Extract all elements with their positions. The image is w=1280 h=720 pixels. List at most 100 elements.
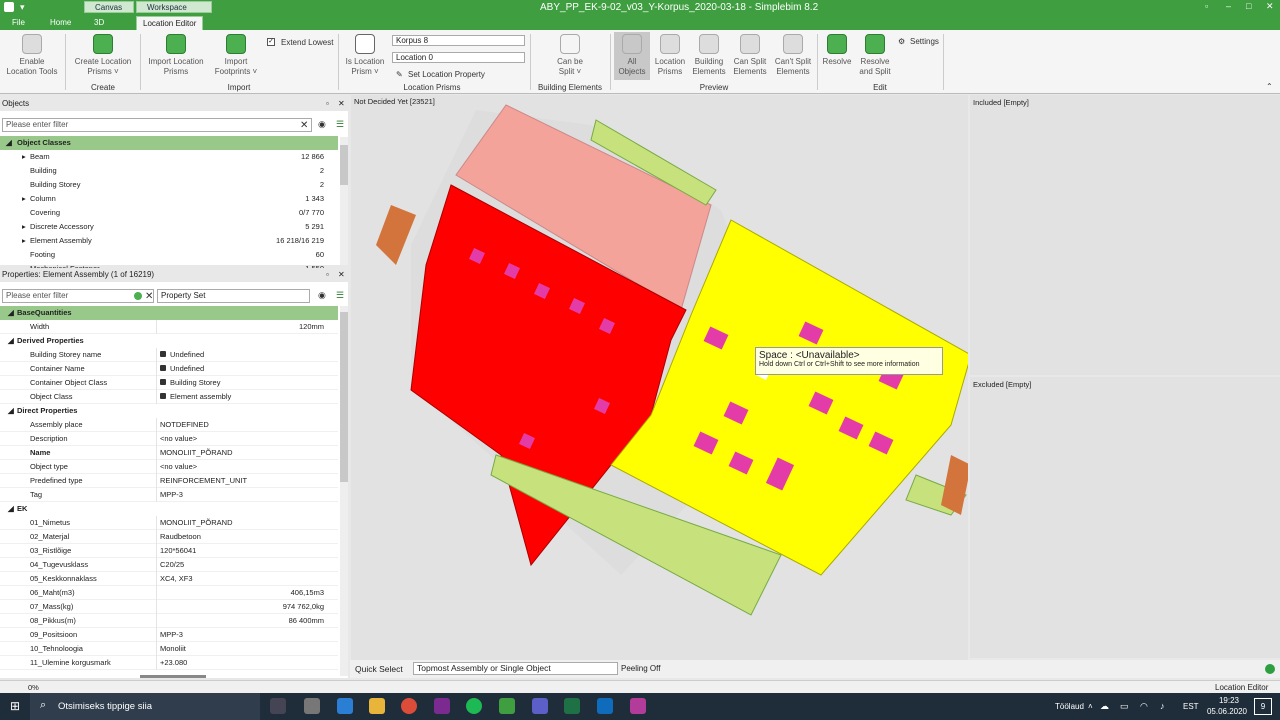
simplebim-icon[interactable] (499, 698, 515, 714)
expand-icon[interactable]: ▸ (22, 234, 26, 248)
properties-filter-input[interactable]: Please enter filter (2, 289, 154, 303)
tab-3d[interactable]: 3D (88, 16, 110, 30)
restore-icon[interactable]: ▫ (1205, 1, 1208, 11)
cant-split-elements-button[interactable]: Can't Split Elements (772, 34, 814, 77)
horizontal-scrollbar[interactable] (140, 675, 206, 678)
property-row[interactable]: Object type <no value> (0, 460, 338, 474)
property-row[interactable]: 01_Nimetus MONOLIIT_PÕRAND (0, 516, 338, 530)
settings-gear-icon[interactable] (304, 698, 320, 714)
maximize-icon[interactable]: □ (1246, 1, 1251, 11)
resolve-and-split-button[interactable]: Resolve and Split (856, 34, 894, 77)
target-icon[interactable]: ◉ (318, 290, 326, 301)
task-view-icon[interactable] (270, 698, 286, 714)
import-location-prisms-button[interactable]: Import Location Prisms (144, 34, 208, 77)
import-footprints-button[interactable]: Import Footprints ˅ (210, 34, 262, 77)
included-panel[interactable]: Included [Empty] (970, 95, 1280, 375)
context-tab-canvas[interactable]: Canvas (84, 1, 134, 13)
location-dropdown[interactable]: Location 0 (392, 52, 525, 63)
tab-file[interactable]: File (6, 16, 31, 30)
language-indicator[interactable]: EST (1183, 702, 1199, 711)
taskbar-search[interactable]: ⌕ Otsimiseks tippige siia (30, 693, 260, 720)
windows-start-icon[interactable]: ⊞ (10, 699, 20, 713)
properties-scrollbar[interactable] (340, 306, 348, 676)
model-3d-view[interactable] (351, 95, 968, 660)
menu-icon[interactable]: ☰ (336, 119, 344, 130)
property-row[interactable]: 07_Mass(kg) 974 762,0kg (0, 600, 338, 614)
close-icon[interactable]: ✕ (1266, 1, 1274, 12)
list-item[interactable]: ▸ Element Assembly 16 218/16 219 (0, 234, 338, 248)
app-icon-purple[interactable] (630, 698, 646, 714)
clear-filter-icon[interactable]: ✕ (300, 120, 308, 131)
korpus-field[interactable]: Korpus 8 (392, 35, 525, 46)
collapse-icon[interactable]: ◢ (8, 404, 14, 418)
property-row[interactable]: Predefined type REINFORCEMENT_UNIT (0, 474, 338, 488)
network-icon[interactable]: ◠ (1140, 701, 1148, 712)
clear-filter-icon[interactable]: ✕ (145, 291, 153, 302)
property-row[interactable]: Name MONOLIIT_PÕRAND (0, 446, 338, 460)
property-row[interactable]: Description <no value> (0, 432, 338, 446)
close-panel-icon[interactable]: ✕ (338, 268, 345, 282)
can-split-elements-button[interactable]: Can Split Elements (730, 34, 770, 77)
property-row[interactable]: 09_Positsioon MPP-3 (0, 628, 338, 642)
building-elements-button[interactable]: Building Elements (690, 34, 728, 77)
edge-icon[interactable] (337, 698, 353, 714)
battery-icon[interactable]: ▭ (1120, 701, 1129, 712)
property-row[interactable]: 08_Pikkus(m) 86 400mm (0, 614, 338, 628)
list-item[interactable]: Covering 0/7 770 (0, 206, 338, 220)
property-set-dropdown[interactable]: Property Set (157, 289, 310, 303)
property-row[interactable]: Container Name Undefined (0, 362, 338, 376)
property-row[interactable]: 04_Tugevusklass C20/25 (0, 558, 338, 572)
list-item[interactable]: Footing 60 (0, 248, 338, 262)
set-location-property-button[interactable]: Set Location Property (408, 70, 485, 79)
minimize-icon[interactable]: – (1226, 1, 1231, 11)
property-row[interactable]: Assembly place NOTDEFINED (0, 418, 338, 432)
property-group-header[interactable]: ◢ Direct Properties (0, 404, 338, 418)
quick-select-dropdown[interactable]: Topmost Assembly or Single Object (413, 662, 618, 675)
object-classes-header[interactable]: ◢ Object Classes (0, 136, 338, 150)
tab-location-editor[interactable]: Location Editor (136, 16, 204, 30)
expand-icon[interactable]: ▸ (22, 192, 26, 206)
all-objects-button[interactable]: All Objects (614, 32, 650, 80)
viewport-not-decided[interactable]: Not Decided Yet [23521] Space: <Unavail… (351, 95, 968, 660)
property-row[interactable]: 05_Keskkonnaklass XC4, XF3 (0, 572, 338, 586)
spotify-icon[interactable] (466, 698, 482, 714)
list-item[interactable]: Building Storey 2 (0, 178, 338, 192)
expand-icon[interactable]: ▸ (22, 220, 26, 234)
list-item[interactable]: ▸ Discrete Accessory 5 291 (0, 220, 338, 234)
collapse-icon[interactable]: ◢ (8, 502, 14, 516)
list-item[interactable]: ▸ Beam 12 866 (0, 150, 338, 164)
create-location-prisms-button[interactable]: Create Location Prisms ˅ (70, 34, 136, 77)
location-prisms-button[interactable]: Location Prisms (652, 34, 688, 77)
property-group-header[interactable]: ◢ Derived Properties (0, 334, 338, 348)
expand-icon[interactable]: ▸ (22, 150, 26, 164)
onedrive-icon[interactable]: ☁ (1100, 701, 1109, 712)
expand-icon[interactable]: ◢ (6, 136, 12, 150)
property-row[interactable]: 02_Materjal Raudbetoon (0, 530, 338, 544)
close-panel-icon[interactable]: ✕ (338, 97, 345, 111)
property-group-header[interactable]: ◢ BaseQuantities (0, 306, 338, 320)
chrome-icon[interactable] (401, 698, 417, 714)
resolve-button[interactable]: Resolve (820, 34, 854, 67)
clock-date[interactable]: 05.06.2020 (1204, 707, 1250, 716)
settings-button[interactable]: Settings (910, 37, 939, 46)
property-row[interactable]: Container Object Class Building Storey (0, 376, 338, 390)
tray-chevron-icon[interactable]: ˄ (1088, 702, 1093, 711)
enable-location-tools-button[interactable]: Enable Location Tools (4, 34, 60, 77)
volume-icon[interactable]: ♪ (1160, 701, 1165, 711)
objects-filter-input[interactable]: Please enter filter (2, 118, 312, 132)
can-be-split-button[interactable]: Can be Split ˅ (548, 34, 592, 77)
outlook-icon[interactable] (597, 698, 613, 714)
tab-home[interactable]: Home (44, 16, 77, 30)
objects-scrollbar[interactable] (340, 137, 348, 265)
onenote-icon[interactable] (434, 698, 450, 714)
collapse-icon[interactable]: ◢ (8, 334, 14, 348)
property-row[interactable]: Object Class Element assembly (0, 390, 338, 404)
extend-lowest-checkbox[interactable]: ✓ (267, 38, 275, 46)
property-row[interactable]: Width 120mm (0, 320, 338, 334)
property-row[interactable]: Tag MPP-3 (0, 488, 338, 502)
list-item[interactable]: ▸ Column 1 343 (0, 192, 338, 206)
collapse-icon[interactable]: ◢ (8, 306, 14, 320)
excluded-panel[interactable]: Excluded [Empty] (970, 377, 1280, 658)
property-group-header[interactable]: ◢ EK (0, 502, 338, 516)
menu-icon[interactable]: ☰ (336, 290, 344, 301)
